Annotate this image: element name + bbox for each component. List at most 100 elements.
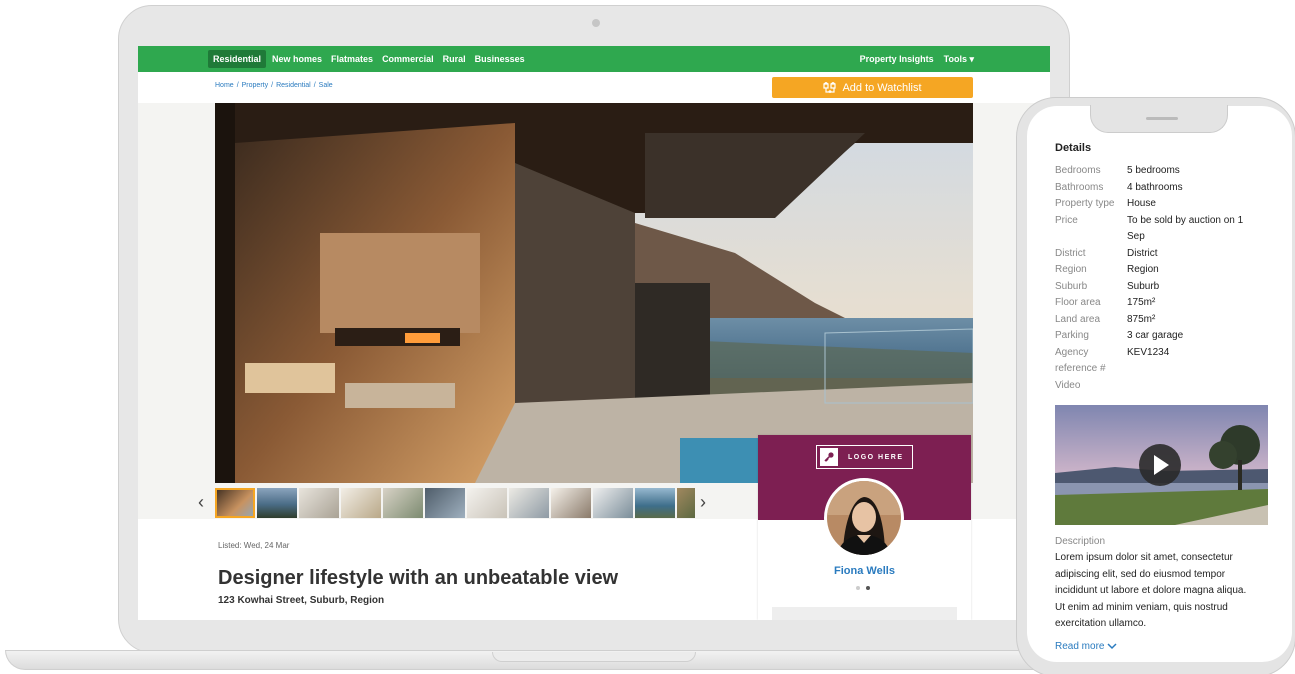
laptop-screen: Residential New homes Flatmates Commerci… [138, 46, 1050, 620]
breadcrumb-property[interactable]: Property [242, 82, 268, 89]
gallery-thumbnail[interactable] [677, 488, 695, 518]
key-icon [820, 448, 838, 466]
top-nav: Residential New homes Flatmates Commerci… [138, 46, 1050, 72]
add-to-watchlist-button[interactable]: Add to Watchlist [772, 77, 973, 98]
nav-businesses[interactable]: Businesses [475, 54, 525, 64]
breadcrumb-residential[interactable]: Residential [276, 82, 311, 89]
detail-row-bathrooms: Bathrooms 4 bathrooms [1055, 180, 1252, 197]
detail-label: Suburb [1055, 280, 1088, 292]
gallery-thumbnail[interactable] [509, 488, 549, 518]
watchlist-label: Add to Watchlist [842, 81, 922, 94]
laptop-camera [592, 19, 600, 27]
agent-contact-placeholder [772, 607, 957, 620]
detail-label: Land area [1055, 313, 1101, 325]
listing-hero-photo[interactable] [215, 103, 973, 483]
detail-value: 3 car garage [1127, 330, 1184, 341]
read-more-link[interactable]: Read more [1055, 641, 1117, 652]
detail-value: Region [1127, 264, 1159, 275]
detail-value: 5 bedrooms [1127, 165, 1180, 176]
detail-value [1127, 378, 1252, 395]
nav-tools-dropdown[interactable]: Tools ▾ [944, 54, 974, 65]
detail-value: House [1127, 198, 1156, 209]
breadcrumb-home[interactable]: Home [215, 82, 234, 89]
detail-value: 875m² [1127, 313, 1156, 325]
nav-property-insights[interactable]: Property Insights [860, 54, 934, 64]
stage: Residential New homes Flatmates Commerci… [0, 0, 1295, 674]
thumbnail-strip [215, 488, 695, 518]
breadcrumb-sale[interactable]: Sale [319, 82, 333, 89]
gallery-thumbnail[interactable] [467, 488, 507, 518]
agency-logo: LOGO HERE [816, 445, 913, 469]
nav-rural[interactable]: Rural [443, 54, 466, 64]
description-heading: Description [1055, 536, 1106, 547]
nav-right-group: Property Insights Tools ▾ [850, 46, 974, 72]
detail-label: Price [1055, 214, 1078, 226]
phone-speaker [1146, 117, 1178, 120]
agent-name[interactable]: Fiona Wells [758, 565, 971, 577]
gallery-thumbnail[interactable] [383, 488, 423, 518]
gallery-thumbnail[interactable] [299, 488, 339, 518]
detail-label: Video [1055, 379, 1081, 391]
detail-value: 175m² [1127, 297, 1156, 308]
detail-label: Property type [1055, 198, 1115, 209]
breadcrumb-separator: / [236, 82, 239, 89]
nav-flatmates[interactable]: Flatmates [331, 54, 373, 64]
description-text: Lorem ipsum dolor sit amet, consectetur … [1055, 552, 1247, 629]
breadcrumb: Home / Property / Residential / Sale [215, 82, 333, 89]
gallery-thumbnail[interactable] [635, 488, 675, 518]
detail-value: 4 bathrooms [1127, 181, 1183, 193]
detail-label: Floor area [1055, 297, 1101, 308]
logo-text: LOGO HERE [848, 453, 904, 461]
watchlist-icon [823, 81, 837, 93]
detail-label: Agency reference # [1055, 346, 1106, 375]
detail-label: Bathrooms [1055, 181, 1104, 193]
agent-carousel-dots [856, 586, 870, 590]
detail-row-floor-area: Floor area 175m² [1055, 295, 1252, 312]
detail-row-property-type: Property type House [1055, 196, 1252, 213]
listing-title: Designer lifestyle with an unbeatable vi… [218, 567, 619, 589]
laptop-base-notch [492, 652, 696, 662]
gallery-thumbnail[interactable] [551, 488, 591, 518]
detail-value: Suburb [1127, 280, 1160, 292]
agent-card: LOGO HERE Fiona Wells [758, 435, 971, 620]
chevron-down-icon [1107, 643, 1117, 650]
carousel-dot[interactable] [856, 586, 860, 590]
details-heading: Details [1055, 142, 1092, 154]
detail-value: To be sold by auction on 1 Sep [1127, 214, 1244, 243]
nav-new-homes[interactable]: New homes [272, 54, 322, 64]
breadcrumb-bar: Home / Property / Residential / Sale Add to… [138, 72, 1050, 103]
detail-label: Parking [1055, 330, 1089, 341]
detail-value: KEV1234 [1127, 346, 1170, 358]
detail-row-video: Video [1055, 378, 1252, 395]
detail-row-land-area: Land area 875m² [1055, 312, 1252, 329]
listed-date: Listed: Wed, 24 Mar [218, 541, 290, 550]
detail-row-agency-reference: Agency reference # KEV1234 [1055, 345, 1252, 378]
detail-label: District [1055, 247, 1086, 259]
agent-avatar[interactable] [824, 478, 904, 558]
nav-commercial[interactable]: Commercial [382, 54, 434, 64]
detail-label: Bedrooms [1055, 165, 1101, 176]
hero-photo-image [215, 103, 973, 483]
gallery-next-arrow[interactable]: › [700, 492, 706, 512]
detail-label: Region [1055, 264, 1087, 275]
carousel-dot-active[interactable] [866, 586, 870, 590]
detail-value: District [1127, 247, 1158, 259]
gallery-thumbnail[interactable] [425, 488, 465, 518]
phone-screen: Details Bedrooms 5 bedrooms Bathrooms 4 … [1027, 106, 1292, 662]
video-thumbnail [1055, 405, 1268, 525]
detail-row-region: Region Region [1055, 262, 1252, 279]
gallery-thumbnail[interactable] [215, 488, 255, 518]
nav-residential[interactable]: Residential [208, 50, 267, 68]
gallery-thumbnail[interactable] [257, 488, 297, 518]
gallery-prev-arrow[interactable]: ‹ [198, 492, 204, 512]
read-more-label: Read more [1055, 641, 1105, 652]
breadcrumb-separator: / [313, 82, 316, 89]
detail-row-district: District District [1055, 246, 1252, 263]
gallery-thumbnail[interactable] [341, 488, 381, 518]
detail-row-bedrooms: Bedrooms 5 bedrooms [1055, 163, 1252, 180]
detail-row-suburb: Suburb Suburb [1055, 279, 1252, 296]
gallery-thumbnail[interactable] [593, 488, 633, 518]
detail-row-price: Price To be sold by auction on 1 Sep [1055, 213, 1252, 246]
breadcrumb-separator: / [271, 82, 274, 89]
property-video[interactable] [1055, 405, 1268, 525]
